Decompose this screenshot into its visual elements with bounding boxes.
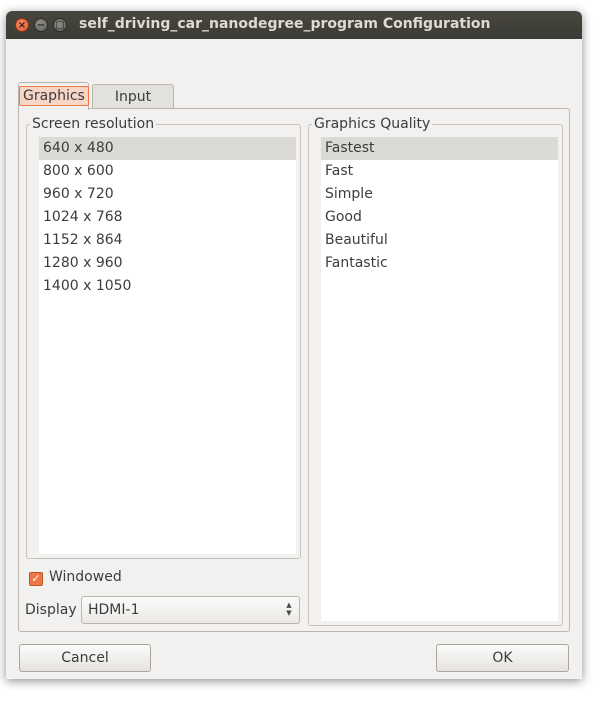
arrow-down-icon: ▼: [286, 609, 292, 617]
cancel-button[interactable]: Cancel: [19, 644, 151, 672]
title-bar: × − □ self_driving_car_nanodegree_progra…: [6, 11, 582, 39]
list-item[interactable]: 1024 x 768: [39, 206, 296, 229]
display-select-value: HDMI-1: [88, 602, 140, 618]
list-item[interactable]: 1400 x 1050: [39, 275, 296, 298]
window-title: self_driving_car_nanodegree_program Conf…: [79, 16, 491, 32]
ok-button[interactable]: OK: [436, 644, 569, 672]
list-item[interactable]: Simple: [321, 183, 558, 206]
tab-input-label: Input: [114, 89, 152, 105]
list-item[interactable]: 640 x 480: [39, 137, 296, 160]
list-item[interactable]: Fast: [321, 160, 558, 183]
tab-panel-graphics: Screen resolution 640 x 480 800 x 600 96…: [18, 108, 570, 632]
graphics-quality-label: Graphics Quality: [312, 116, 433, 132]
tab-graphics[interactable]: Graphics: [18, 82, 89, 110]
screen-resolution-frame: Screen resolution 640 x 480 800 x 600 96…: [26, 116, 301, 559]
list-item[interactable]: 960 x 720: [39, 183, 296, 206]
list-item[interactable]: Fastest: [321, 137, 558, 160]
updown-arrows-icon: ▲ ▼: [285, 601, 293, 617]
list-item[interactable]: Good: [321, 206, 558, 229]
checkmark-icon: ✓: [31, 572, 41, 585]
tab-input[interactable]: Input: [92, 84, 174, 110]
arrow-up-icon: ▲: [286, 601, 292, 609]
display-label: Display: [25, 602, 77, 618]
graphics-quality-frame: Graphics Quality Fastest Fast Simple Goo…: [308, 116, 563, 626]
quality-list[interactable]: Fastest Fast Simple Good Beautiful Fanta…: [321, 137, 558, 621]
minimize-icon[interactable]: −: [34, 18, 48, 32]
list-item[interactable]: Beautiful: [321, 229, 558, 252]
list-item[interactable]: 1280 x 960: [39, 252, 296, 275]
list-item[interactable]: 1152 x 864: [39, 229, 296, 252]
close-icon[interactable]: ×: [15, 18, 29, 32]
windowed-label[interactable]: Windowed: [49, 569, 122, 585]
resolution-list[interactable]: 640 x 480 800 x 600 960 x 720 1024 x 768…: [39, 137, 296, 554]
list-item[interactable]: 800 x 600: [39, 160, 296, 183]
list-item[interactable]: Fantastic: [321, 252, 558, 275]
display-select[interactable]: HDMI-1 ▲ ▼: [81, 596, 300, 624]
tab-graphics-label: Graphics: [19, 86, 89, 106]
config-dialog: × − □ self_driving_car_nanodegree_progra…: [6, 11, 582, 679]
maximize-icon[interactable]: □: [53, 18, 67, 32]
windowed-checkbox[interactable]: ✓: [29, 572, 43, 586]
screen-resolution-label: Screen resolution: [30, 116, 157, 132]
